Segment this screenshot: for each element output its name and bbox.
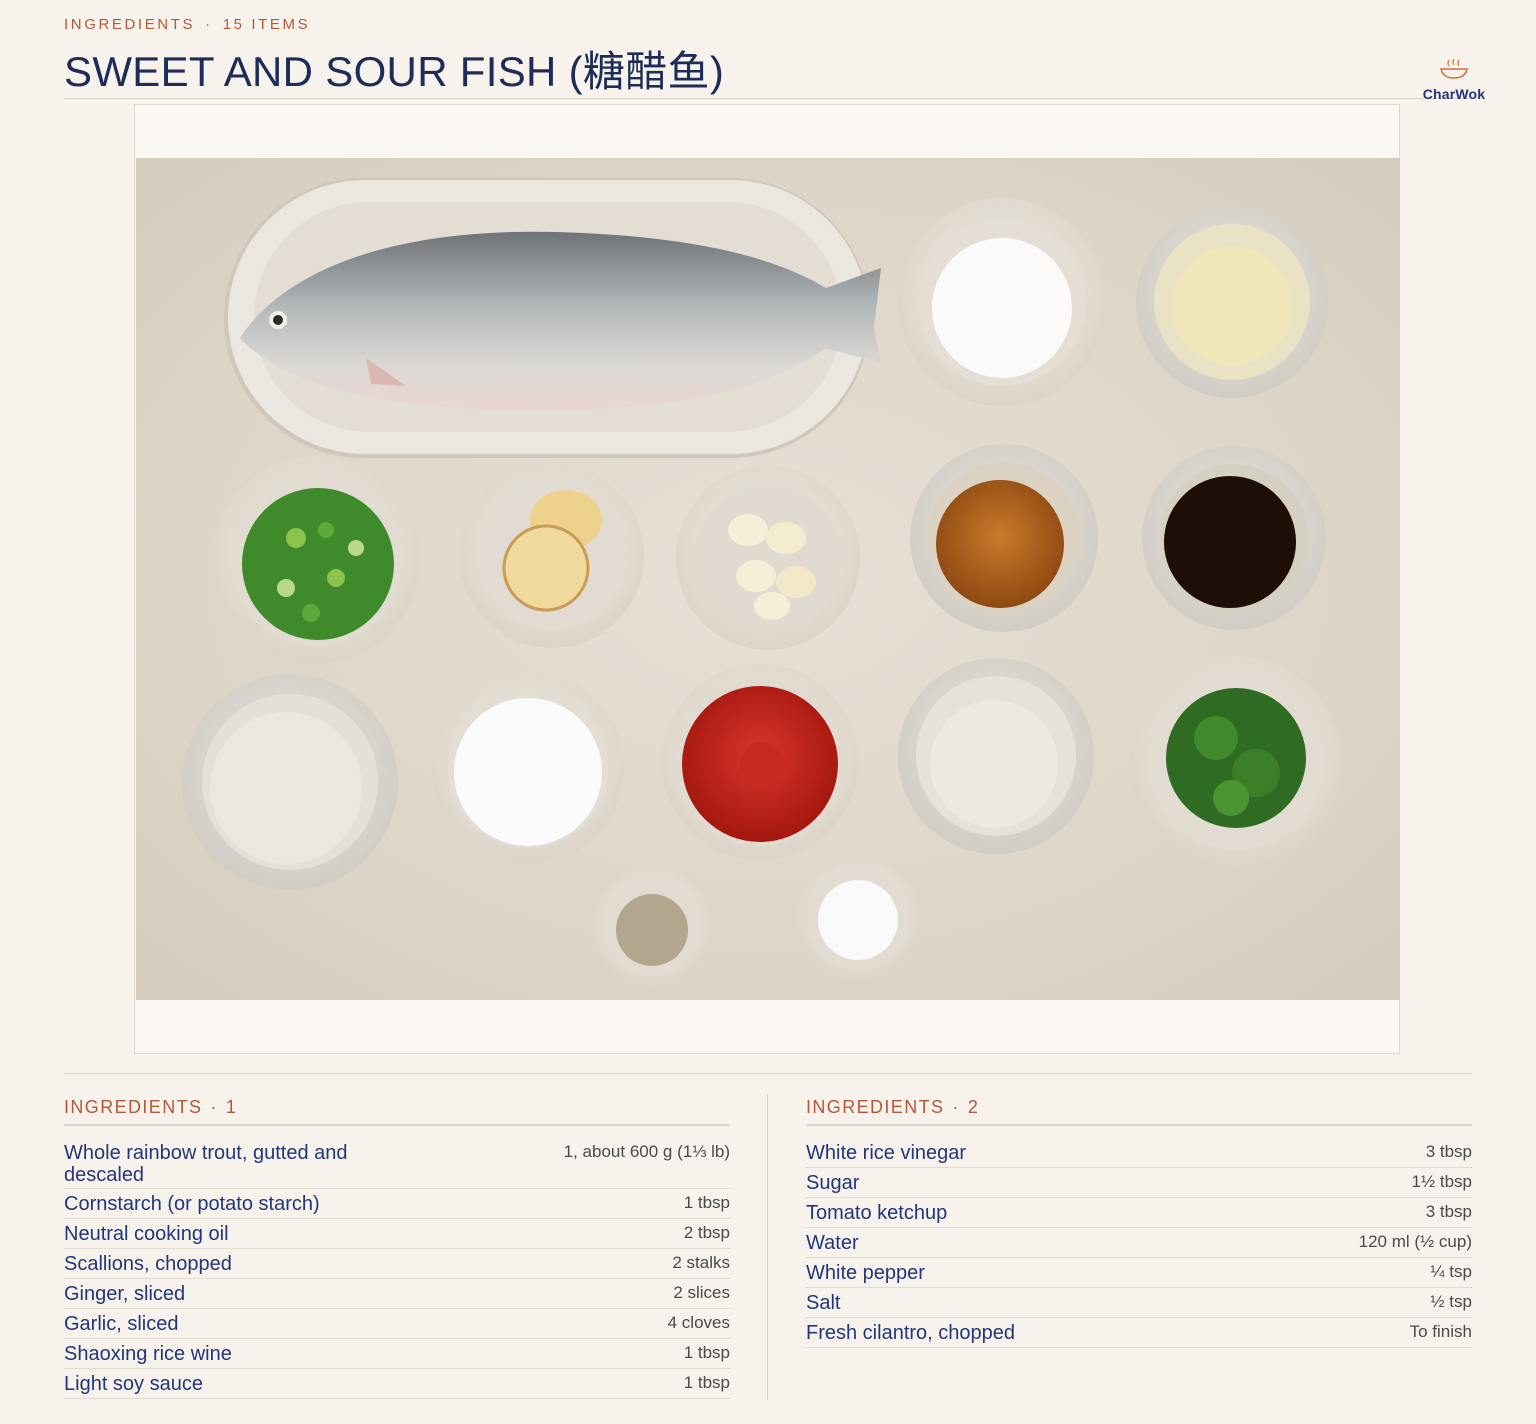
ingredient-row: Whole rainbow trout, gutted and descaled… (64, 1138, 730, 1189)
ingredients-photo (136, 158, 1400, 1000)
ingredient-amount: 120 ml (½ cup) (1358, 1232, 1472, 1251)
sugar-bowl (432, 672, 624, 864)
column-heading-label: INGREDIENTS (806, 1096, 945, 1117)
ingredients-column-1: INGREDIENTS · 1 Whole rainbow trout, gut… (64, 1092, 730, 1399)
ingredient-name: Tomato ketchup (806, 1202, 948, 1224)
ginger-bowl (460, 464, 644, 648)
brand-logo: CharWok (1416, 58, 1492, 102)
ingredient-row: White rice vinegar 3 tbsp (806, 1138, 1472, 1168)
ingredient-name: Cornstarch (or potato starch) (64, 1193, 320, 1215)
column-divider (767, 1094, 768, 1400)
ingredient-amount: To finish (1409, 1322, 1472, 1341)
ingredient-amount: 1, about 600 g (1⅓ lb) (563, 1142, 730, 1161)
ingredient-amount: 3 tbsp (1425, 1202, 1472, 1221)
salt-bowl (796, 858, 920, 982)
cilantro-bowl (1130, 656, 1342, 868)
cornstarch-bowl (898, 198, 1106, 406)
shaoxing-wine-bowl (910, 444, 1098, 632)
ingredient-amount: ½ tsp (1430, 1292, 1472, 1311)
ingredients-column-2: INGREDIENTS · 2 White rice vinegar 3 tbsp… (806, 1092, 1472, 1348)
ingredient-amount: 4 cloves (667, 1313, 730, 1332)
header-divider (64, 98, 1472, 99)
ingredient-name: Whole rainbow trout, gutted and descaled (64, 1142, 348, 1186)
ingredient-amount: 1 tbsp (683, 1193, 730, 1212)
ingredient-name: Garlic, sliced (64, 1313, 179, 1335)
kicker-count: 15 ITEMS (222, 16, 311, 33)
ingredient-name: White rice vinegar (806, 1142, 967, 1164)
column-heading-separator: · (952, 1096, 960, 1117)
ingredient-row: Cornstarch (or potato starch) 1 tbsp (64, 1189, 730, 1219)
column-heading-separator: · (210, 1096, 218, 1117)
fish-platter (224, 178, 881, 458)
steaming-bowl-icon (1440, 58, 1468, 79)
garlic-bowl (676, 466, 860, 650)
ingredient-amount: 2 stalks (672, 1253, 730, 1272)
ingredient-name: Salt (806, 1292, 841, 1314)
soy-sauce-bowl (1142, 446, 1326, 630)
kicker-label: INGREDIENTS (64, 16, 196, 33)
column-heading-label: INGREDIENTS (64, 1096, 203, 1117)
ingredient-row: Shaoxing rice wine 1 tbsp (64, 1339, 730, 1369)
kicker-separator: · (205, 16, 213, 33)
ingredient-amount: 1½ tbsp (1411, 1172, 1473, 1191)
ingredient-row: Water 120 ml (½ cup) (806, 1228, 1472, 1258)
ingredient-amount: 3 tbsp (1425, 1142, 1472, 1161)
ketchup-bowl (662, 664, 858, 860)
page-title: SWEET AND SOUR FISH (糖醋鱼) (64, 48, 725, 95)
ingredient-row: Tomato ketchup 3 tbsp (806, 1198, 1472, 1228)
ingredient-name: Water (806, 1232, 859, 1254)
ingredient-name: Neutral cooking oil (64, 1223, 229, 1245)
section-kicker: INGREDIENTS · 15 ITEMS (64, 16, 310, 33)
ingredient-row: White pepper ¼ tsp (806, 1258, 1472, 1288)
ingredient-row: Neutral cooking oil 2 tbsp (64, 1219, 730, 1249)
ingredient-list: White rice vinegar 3 tbsp Sugar 1½ tbsp Toma… (806, 1126, 1472, 1348)
ingredient-amount: 2 tbsp (683, 1223, 730, 1242)
column-heading-number: 1 (225, 1096, 238, 1117)
white-pepper-bowl (592, 868, 712, 988)
ingredient-row: Garlic, sliced 4 cloves (64, 1309, 730, 1339)
oil-bowl (1136, 206, 1328, 398)
column-heading: INGREDIENTS · 2 (806, 1092, 1472, 1126)
ingredient-row: Scallions, chopped 2 stalks (64, 1249, 730, 1279)
ingredient-row: Ginger, sliced 2 slices (64, 1279, 730, 1309)
water-bowl (898, 658, 1094, 854)
ingredient-row: Light soy sauce 1 tbsp (64, 1369, 730, 1399)
ingredient-amount: 1 tbsp (683, 1373, 730, 1392)
scallions-bowl (212, 456, 420, 664)
vinegar-bowl (182, 674, 398, 890)
brand-name: CharWok (1422, 86, 1486, 102)
ingredient-amount: 2 slices (673, 1283, 730, 1302)
ingredient-name: White pepper (806, 1262, 925, 1284)
ingredient-amount: ¼ tsp (1430, 1262, 1472, 1281)
ingredient-row: Salt ½ tsp (806, 1288, 1472, 1318)
ingredient-name: Ginger, sliced (64, 1283, 186, 1305)
ingredient-name: Sugar (806, 1172, 860, 1194)
ingredient-row: Fresh cilantro, chopped To finish (806, 1318, 1472, 1348)
ingredient-name: Scallions, chopped (64, 1253, 232, 1275)
section-divider (64, 1073, 1472, 1074)
ingredient-name: Fresh cilantro, chopped (806, 1322, 1016, 1344)
ingredient-row: Sugar 1½ tbsp (806, 1168, 1472, 1198)
ingredient-name: Shaoxing rice wine (64, 1343, 232, 1365)
column-heading-number: 2 (967, 1096, 980, 1117)
column-heading: INGREDIENTS · 1 (64, 1092, 730, 1126)
ingredient-name: Light soy sauce (64, 1373, 203, 1395)
ingredients-illustration (182, 178, 1342, 988)
ingredient-amount: 1 tbsp (683, 1343, 730, 1362)
ingredient-list: Whole rainbow trout, gutted and descaled… (64, 1126, 730, 1399)
